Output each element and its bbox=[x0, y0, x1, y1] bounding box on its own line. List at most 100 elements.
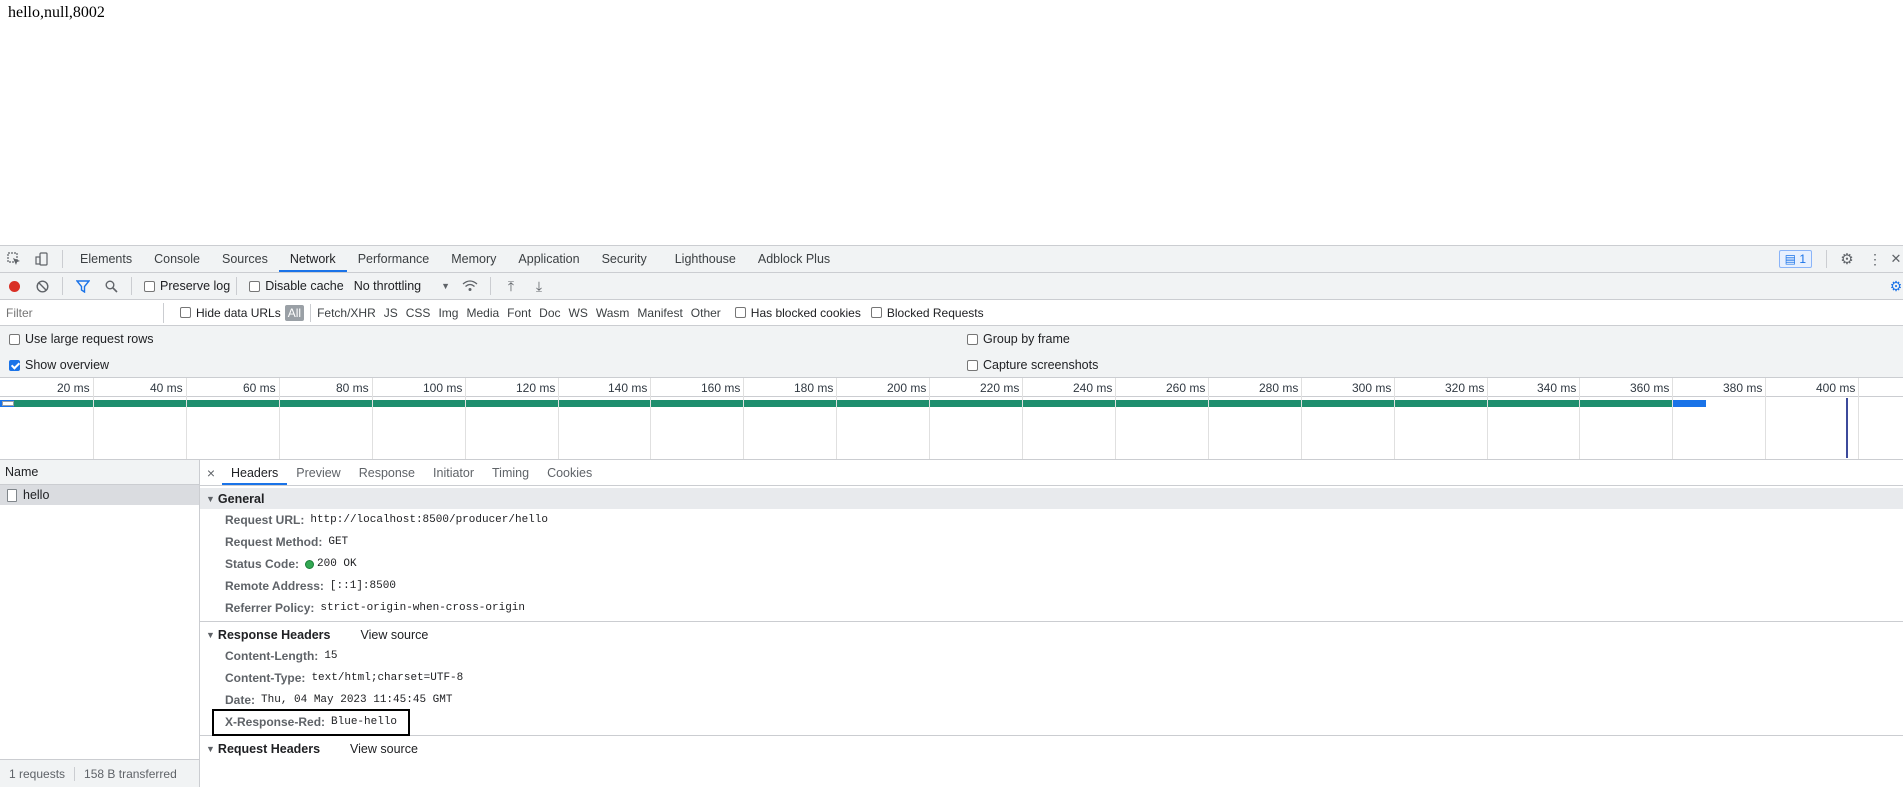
filter-type-ws[interactable]: WS bbox=[565, 306, 592, 320]
general-title: General bbox=[217, 491, 265, 506]
issues-badge[interactable]: ▤ 1 bbox=[1778, 250, 1812, 268]
export-har-icon[interactable]: ⤓ bbox=[525, 278, 553, 295]
divider bbox=[131, 277, 132, 295]
filter-icon[interactable] bbox=[69, 279, 97, 293]
name-column-header[interactable]: Name bbox=[0, 460, 199, 485]
filter-type-fetch-xhr[interactable]: Fetch/XHR bbox=[313, 306, 380, 320]
tab-response[interactable]: Response bbox=[350, 461, 424, 485]
tab-adblock-plus[interactable]: Adblock Plus bbox=[747, 246, 841, 272]
header-key: Status Code: bbox=[225, 557, 300, 571]
response-headers-section-header[interactable]: ▼ Response Headers View source bbox=[200, 624, 1903, 645]
large-rows-checkbox[interactable] bbox=[9, 333, 20, 345]
filter-type-wasm[interactable]: Wasm bbox=[592, 306, 634, 320]
view-source-link[interactable]: View source bbox=[350, 742, 418, 756]
header-key: Content-Length: bbox=[225, 649, 319, 663]
summary-transferred: 158 B transferred bbox=[84, 766, 177, 781]
filter-input[interactable] bbox=[0, 302, 164, 323]
tab-memory[interactable]: Memory bbox=[440, 246, 507, 272]
filter-type-manifest[interactable]: Manifest bbox=[633, 306, 686, 320]
network-conditions-icon[interactable] bbox=[456, 280, 484, 292]
preserve-log-checkbox[interactable] bbox=[144, 280, 155, 292]
header-value: GET bbox=[328, 536, 349, 548]
search-icon[interactable] bbox=[97, 280, 125, 293]
tab-headers[interactable]: Headers bbox=[222, 461, 288, 485]
tab-lighthouse[interactable]: Lighthouse bbox=[664, 246, 747, 272]
throttling-select[interactable]: No throttling bbox=[354, 279, 421, 293]
filter-type-js[interactable]: JS bbox=[380, 306, 402, 320]
header-row: Date: Thu, 04 May 2023 11:45:45 GMT bbox=[200, 689, 1903, 711]
record-icon[interactable] bbox=[0, 280, 28, 292]
tab-cookies[interactable]: Cookies bbox=[538, 461, 601, 485]
filter-type-img[interactable]: Img bbox=[434, 306, 462, 320]
import-har-icon[interactable]: ⤒ bbox=[497, 278, 525, 295]
blocked-requests-checkbox[interactable] bbox=[870, 307, 882, 318]
overview-gridline bbox=[650, 378, 651, 459]
request-row[interactable]: hello bbox=[0, 485, 199, 505]
overview-gridline bbox=[1672, 378, 1673, 459]
header-row: Status Code: 200 OK bbox=[200, 553, 1903, 575]
inspect-element-icon[interactable] bbox=[0, 252, 28, 266]
overview-gridline bbox=[465, 378, 466, 459]
close-icon[interactable]: × bbox=[200, 465, 222, 481]
overview-gridline bbox=[93, 378, 94, 459]
tab-sources[interactable]: Sources bbox=[211, 246, 279, 272]
large-rows-setting: Use large request rows bbox=[3, 332, 154, 346]
chevron-down-icon: ▼ bbox=[441, 281, 451, 291]
divider bbox=[200, 735, 1903, 736]
clear-icon[interactable] bbox=[28, 279, 56, 293]
group-by-frame-checkbox[interactable] bbox=[967, 333, 978, 345]
filter-type-all[interactable]: All bbox=[284, 304, 305, 321]
overview-ruler bbox=[0, 396, 1903, 397]
filter-type-css[interactable]: CSS bbox=[402, 306, 435, 320]
tab-initiator[interactable]: Initiator bbox=[424, 461, 483, 485]
tab-elements[interactable]: Elements bbox=[69, 246, 143, 272]
filter-type-font[interactable]: Font bbox=[503, 306, 535, 320]
hide-data-urls-label: Hide data URLs bbox=[196, 305, 281, 320]
divider bbox=[62, 250, 63, 268]
header-key: Remote Address: bbox=[225, 579, 324, 593]
overview-gridline bbox=[1115, 378, 1116, 459]
view-source-link[interactable]: View source bbox=[360, 628, 428, 642]
divider bbox=[200, 621, 1903, 622]
overview-gridline bbox=[1208, 378, 1209, 459]
filter-type-media[interactable]: Media bbox=[462, 306, 503, 320]
filter-type-other[interactable]: Other bbox=[687, 306, 725, 320]
overview-tick-label: 140 ms bbox=[608, 381, 648, 395]
overview-gridline bbox=[1765, 378, 1766, 459]
overview-gridline bbox=[1858, 378, 1859, 459]
tab-preview[interactable]: Preview bbox=[287, 461, 349, 485]
overview-gridline bbox=[1487, 378, 1488, 459]
filter-type-doc[interactable]: Doc bbox=[535, 306, 564, 320]
network-settings-gear-icon[interactable]: ⚙ bbox=[1889, 278, 1903, 295]
more-options-icon[interactable]: ⋮ bbox=[1861, 251, 1889, 268]
hide-data-urls-checkbox[interactable] bbox=[180, 307, 191, 318]
tab-console[interactable]: Console bbox=[143, 246, 211, 272]
overview-tick-label: 100 ms bbox=[423, 381, 463, 395]
tab-security[interactable]: Security bbox=[591, 246, 658, 272]
show-overview-checkbox[interactable] bbox=[9, 359, 20, 371]
tab-network[interactable]: Network bbox=[278, 246, 347, 272]
general-section-header[interactable]: ▼ General bbox=[200, 488, 1903, 509]
close-devtools-icon[interactable]: ✕ bbox=[1889, 251, 1903, 267]
device-toolbar-icon[interactable] bbox=[28, 252, 56, 266]
header-row: Request Method: GET bbox=[200, 531, 1903, 553]
document-icon bbox=[7, 488, 17, 502]
has-blocked-cookies-checkbox[interactable] bbox=[734, 307, 746, 318]
header-row: Remote Address: [::1]:8500 bbox=[200, 575, 1903, 597]
tab-timing[interactable]: Timing bbox=[483, 461, 538, 485]
divider bbox=[236, 277, 238, 295]
settings-gear-icon[interactable]: ⚙ bbox=[1833, 250, 1861, 268]
request-headers-section-header[interactable]: ▼ Request Headers View source bbox=[200, 738, 1903, 759]
group-by-frame-setting: Group by frame bbox=[961, 332, 1070, 346]
load-event-line bbox=[1846, 398, 1848, 458]
divider bbox=[1826, 250, 1827, 268]
group-by-frame-label: Group by frame bbox=[983, 332, 1070, 346]
has-blocked-cookies-label: Has blocked cookies bbox=[750, 305, 861, 320]
tab-application[interactable]: Application bbox=[507, 246, 590, 272]
disable-cache-checkbox[interactable] bbox=[249, 280, 261, 292]
capture-screenshots-checkbox[interactable] bbox=[967, 359, 978, 371]
request-headers-title: Request Headers bbox=[217, 741, 321, 756]
network-overview[interactable]: 20 ms 40 ms 60 ms 80 ms 100 ms 120 ms 140 ms 16… bbox=[0, 378, 1903, 460]
capture-screenshots-label: Capture screenshots bbox=[983, 358, 1099, 372]
tab-performance[interactable]: Performance bbox=[347, 246, 441, 272]
